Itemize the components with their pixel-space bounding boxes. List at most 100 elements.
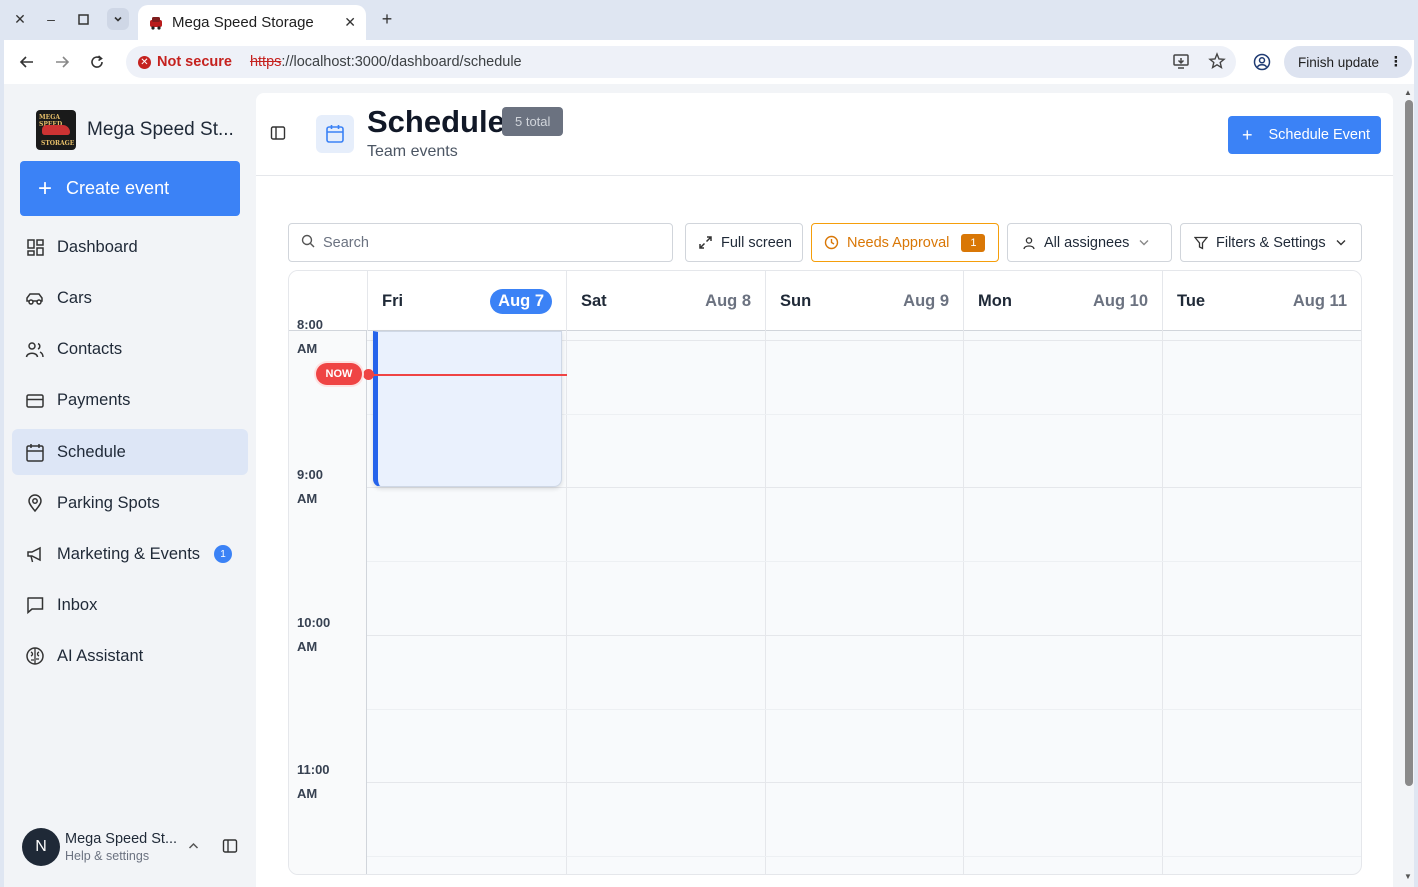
tab-title: Mega Speed Storage (172, 14, 314, 31)
day-header-tue[interactable]: Tue Aug 11 (1162, 271, 1361, 331)
users-icon (24, 338, 46, 360)
new-tab-icon[interactable]: + (376, 8, 398, 30)
brand-name: Mega Speed St... (87, 119, 234, 140)
finish-update-label: Finish update (1298, 54, 1380, 70)
collapse-sidebar-icon[interactable] (222, 838, 238, 859)
page-header: Schedule 5 total Team events + Schedule … (256, 93, 1393, 176)
bookmark-star-icon[interactable] (1208, 52, 1226, 74)
minimize-window-icon[interactable]: – (40, 8, 62, 30)
sidebar-item-dashboard[interactable]: Dashboard (12, 224, 248, 270)
needs-approval-label: Needs Approval (847, 234, 950, 251)
close-tab-icon[interactable]: ✕ (344, 14, 356, 31)
day-column[interactable] (566, 331, 567, 874)
main-panel: Schedule 5 total Team events + Schedule … (256, 93, 1393, 887)
browser-tab-bar: ✕ – Mega Speed Storage ✕ + (0, 0, 1418, 40)
sidebar-item-label: Contacts (57, 339, 123, 358)
sidebar-toggle-icon[interactable] (270, 125, 286, 146)
filter-icon (1194, 236, 1208, 250)
sidebar-item-ai-assistant[interactable]: AI Assistant (12, 633, 248, 679)
now-indicator-line (369, 374, 567, 376)
hour-line (367, 782, 1361, 783)
forward-icon[interactable] (51, 51, 73, 73)
page-subtitle: Team events (367, 143, 458, 160)
back-icon[interactable] (16, 51, 38, 73)
assignees-dropdown[interactable]: All assignees (1007, 223, 1172, 262)
sidebar-item-inbox[interactable]: Inbox (12, 582, 248, 628)
sidebar-item-payments[interactable]: Payments (12, 377, 248, 423)
more-menu-icon[interactable]: ⋮ (1389, 54, 1403, 70)
plus-icon: + (38, 174, 53, 202)
needs-approval-count: 1 (961, 233, 986, 252)
half-hour-line (367, 856, 1361, 857)
car-favicon-icon (150, 16, 162, 30)
day-header-fri[interactable]: Fri Aug 7 (367, 271, 566, 331)
total-badge: 5 total (502, 107, 564, 136)
time-label: 9:00 AM (297, 467, 324, 506)
schedule-event-button[interactable]: + Schedule Event (1228, 116, 1381, 154)
day-header-mon[interactable]: Mon Aug 10 (963, 271, 1162, 331)
plus-icon: + (1242, 124, 1253, 145)
scroll-down-icon[interactable]: ▼ (1404, 872, 1412, 881)
day-name: Fri (382, 291, 404, 310)
reload-icon[interactable] (86, 51, 108, 73)
day-column[interactable] (765, 331, 766, 874)
filters-settings-dropdown[interactable]: Filters & Settings (1180, 223, 1362, 262)
sidebar-item-marketing-events[interactable]: Marketing & Events 1 (12, 531, 248, 577)
user-icon (1022, 236, 1036, 250)
close-window-icon[interactable]: ✕ (9, 8, 31, 30)
user-menu[interactable]: N Mega Speed St... Help & settings (22, 828, 238, 866)
app: MEGA SPEED STORAGE Mega Speed St... + Cr… (4, 84, 1414, 887)
search-input[interactable]: Search (288, 223, 673, 262)
full-screen-button[interactable]: Full screen (685, 223, 803, 262)
maximize-window-icon[interactable] (72, 8, 94, 30)
not-secure-label: Not secure (157, 54, 232, 70)
page-title: Schedule (367, 104, 505, 139)
scroll-up-icon[interactable]: ▲ (1404, 88, 1412, 97)
day-column[interactable] (963, 331, 964, 874)
message-icon (24, 594, 46, 616)
scrollbar-thumb[interactable] (1405, 100, 1413, 786)
tab-list-chevron-icon[interactable] (107, 8, 129, 30)
user-subtitle: Help & settings (65, 849, 150, 863)
dashboard-icon (24, 236, 46, 258)
hour-line (367, 487, 1361, 488)
sidebar-item-parking-spots[interactable]: Parking Spots (12, 480, 248, 526)
hour-line (367, 635, 1361, 636)
install-app-icon[interactable] (1172, 52, 1190, 74)
security-indicator[interactable]: ✕ Not secure (138, 54, 232, 70)
browser-tab[interactable]: Mega Speed Storage ✕ (138, 5, 366, 40)
notification-badge: 1 (214, 545, 233, 563)
time-label: 11:00 AM (297, 762, 330, 801)
megaphone-icon (24, 543, 46, 565)
finish-update-button[interactable]: Finish update ⋮ (1284, 46, 1412, 78)
now-indicator-dot (363, 369, 374, 380)
sidebar-item-label: Marketing & Events (57, 544, 201, 563)
calendar-event[interactable] (373, 331, 562, 487)
day-column[interactable] (1162, 331, 1163, 874)
create-event-button[interactable]: + Create event (20, 161, 240, 216)
page-scrollbar[interactable]: ▲ ▼ (1402, 84, 1416, 887)
search-icon (301, 234, 315, 252)
day-header-sun[interactable]: Sun Aug 9 (765, 271, 963, 331)
calendar-icon (24, 441, 46, 463)
filters-label: Filters & Settings (1216, 234, 1326, 251)
schedule-event-label: Schedule Event (1268, 127, 1371, 143)
half-hour-line (367, 709, 1361, 710)
url-scheme: https (249, 54, 282, 70)
sidebar-item-label: Payments (57, 390, 131, 409)
sidebar-item-schedule[interactable]: Schedule (12, 429, 248, 475)
url-field[interactable]: ✕ Not secure https://localhost:3000/dash… (126, 46, 1236, 78)
day-header-sat[interactable]: Sat Aug 8 (566, 271, 765, 331)
sidebar-item-contacts[interactable]: Contacts (12, 326, 248, 372)
needs-approval-button[interactable]: Needs Approval 1 (811, 223, 999, 262)
day-date-today: Aug 7 (490, 288, 552, 314)
day-date: Aug 8 (705, 291, 751, 310)
chevron-up-icon[interactable] (188, 839, 199, 853)
sidebar-item-label: Dashboard (57, 237, 138, 256)
sidebar-item-cars[interactable]: Cars (12, 275, 248, 321)
day-name: Mon (978, 291, 1012, 310)
sidebar-item-label: Inbox (57, 595, 98, 614)
brand[interactable]: MEGA SPEED STORAGE Mega Speed St... (36, 110, 234, 150)
profile-icon[interactable] (1251, 51, 1273, 73)
sidebar-item-label: Parking Spots (57, 493, 160, 512)
